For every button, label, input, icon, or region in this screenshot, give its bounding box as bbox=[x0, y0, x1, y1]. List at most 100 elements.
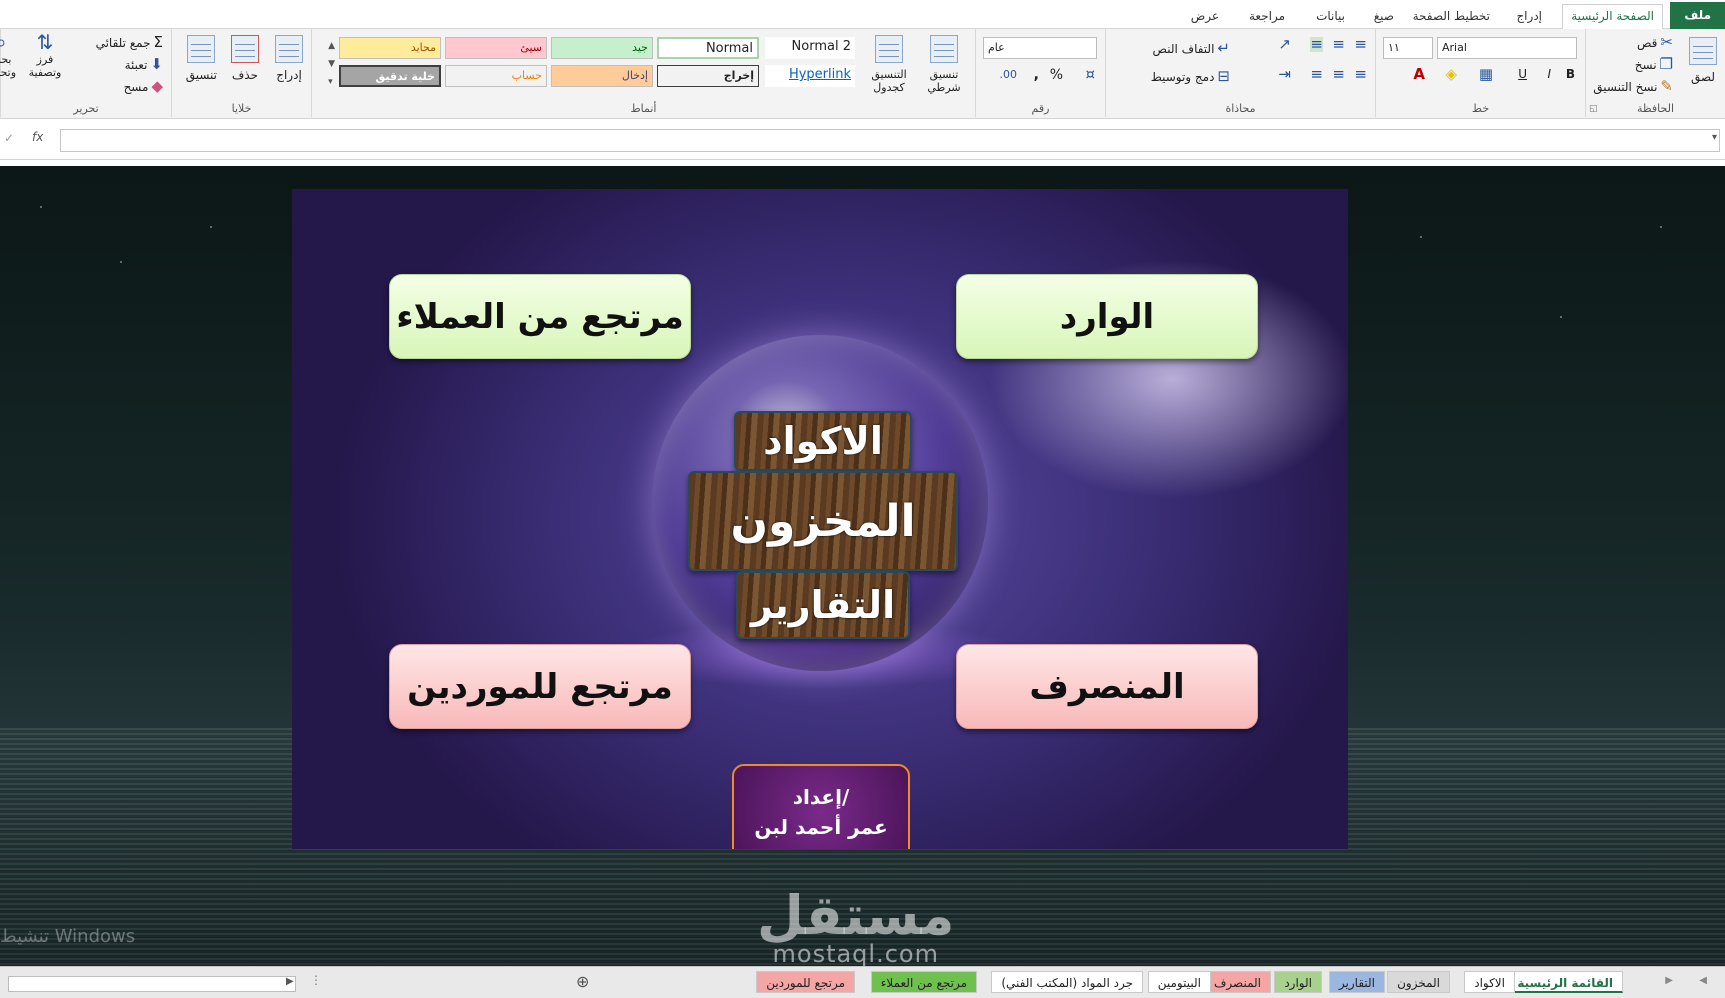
supplier-returns-button[interactable]: مرتجع للموردين bbox=[389, 644, 691, 729]
conditional-formatting-button[interactable]: تنسيق شرطي bbox=[919, 35, 969, 94]
tab-formulas[interactable]: صيغ bbox=[1366, 5, 1402, 29]
italic-button[interactable]: I bbox=[1547, 67, 1551, 81]
autosum-label: جمع تلقائي bbox=[95, 35, 151, 50]
cut-button[interactable]: قص ✂ bbox=[1637, 35, 1673, 50]
autosum-button[interactable]: جمع تلقائي Σ bbox=[96, 35, 163, 50]
bold-button[interactable]: B bbox=[1566, 67, 1575, 81]
align-left-button[interactable]: ≡ bbox=[1354, 67, 1367, 82]
star-decoration bbox=[40, 206, 42, 208]
font-name-select[interactable]: Arial bbox=[1437, 37, 1577, 59]
tab-page-layout[interactable]: تخطيط الصفحة bbox=[1405, 5, 1498, 29]
group-label: تحرير bbox=[73, 102, 99, 115]
tab-file[interactable]: ملف bbox=[1670, 2, 1725, 29]
watermark-latin: mostaql.com bbox=[772, 940, 939, 966]
group-label: خلايا bbox=[231, 102, 252, 115]
clear-button[interactable]: مسح ◆ bbox=[124, 79, 163, 94]
outgoing-button[interactable]: المنصرف bbox=[956, 644, 1258, 729]
paste-label: لصق bbox=[1690, 70, 1716, 84]
style-normal[interactable]: Normal bbox=[657, 37, 759, 59]
style-input[interactable]: إدخال bbox=[551, 65, 653, 87]
tab-home[interactable]: الصفحة الرئيسية bbox=[1562, 4, 1663, 30]
font-color-button[interactable]: A bbox=[1413, 67, 1425, 82]
tabs-scroll-right-icon[interactable]: ▶ bbox=[1665, 975, 1673, 986]
formula-input[interactable] bbox=[60, 129, 1720, 152]
tabs-scroll-left-icon[interactable]: ◀ bbox=[1699, 975, 1707, 986]
insert-cells-button[interactable]: إدراج bbox=[275, 35, 303, 82]
align-right-button[interactable]: ≡ bbox=[1310, 67, 1323, 82]
clear-label: مسح bbox=[123, 79, 149, 94]
horizontal-scrollbar[interactable] bbox=[8, 976, 296, 992]
customer-returns-button[interactable]: مرتجع من العملاء bbox=[389, 274, 691, 359]
find-select-button[interactable]: ⌕بحث وتحديد bbox=[0, 35, 21, 79]
launcher-icon[interactable]: ◱ bbox=[1589, 104, 1598, 114]
inventory-button[interactable]: المخزون bbox=[688, 471, 958, 571]
orientation-button[interactable]: ↗ bbox=[1278, 37, 1291, 52]
sheet-tab-materials-inventory[interactable]: جرد المواد (المكتب الفني) bbox=[991, 971, 1143, 993]
tab-review[interactable]: مراجعة bbox=[1241, 5, 1293, 29]
sheet-tab-reports[interactable]: التقارير bbox=[1328, 971, 1385, 993]
font-size-select[interactable]: ١١ bbox=[1383, 37, 1433, 59]
function-icon[interactable]: fx bbox=[32, 130, 43, 144]
check-icon[interactable]: ✓ bbox=[4, 131, 14, 145]
currency-button[interactable]: ¤ bbox=[1085, 67, 1095, 82]
expand-formula-icon[interactable]: ▾ bbox=[1712, 132, 1717, 143]
align-top-icon: ≡ bbox=[1354, 35, 1367, 53]
sheet-tab-codes[interactable]: الاكواد bbox=[1464, 971, 1515, 993]
style-normal2[interactable]: Normal 2 bbox=[765, 37, 855, 59]
fill-color-button[interactable]: ◈ bbox=[1445, 67, 1457, 82]
copy-button[interactable]: نسخ ❐ bbox=[1635, 57, 1673, 72]
style-calculation[interactable]: حساب bbox=[445, 65, 547, 87]
style-bad[interactable]: سيئ bbox=[445, 37, 547, 59]
fill-button[interactable]: تعبئة ⬇ bbox=[125, 57, 163, 72]
style-good[interactable]: جيد bbox=[551, 37, 653, 59]
style-output[interactable]: إخراج bbox=[657, 65, 759, 87]
group-editing: جمع تلقائيΣ تعبئة⬇ مسح◆ ⇅فرز وتصفية ⌕بحث… bbox=[0, 29, 171, 117]
paste-button[interactable]: لصق bbox=[1689, 37, 1717, 84]
comma-button[interactable]: , bbox=[1034, 67, 1039, 83]
indent-button[interactable]: ⇥ bbox=[1278, 67, 1291, 82]
group-label: أنماط bbox=[630, 102, 657, 115]
align-top-button[interactable]: ≡ bbox=[1354, 37, 1367, 52]
tab-data[interactable]: بيانات bbox=[1308, 5, 1353, 29]
sheet-tab-incoming[interactable]: الوارد bbox=[1274, 971, 1322, 993]
sheet-tab-supplier-returns[interactable]: مرتجع للموردين bbox=[756, 971, 855, 993]
star-decoration bbox=[210, 226, 212, 228]
codes-button[interactable]: الاكواد bbox=[734, 411, 912, 471]
wrap-text-button[interactable]: التفاف النص ↵ bbox=[1153, 41, 1230, 56]
reports-button[interactable]: التقارير bbox=[736, 571, 910, 639]
underline-button[interactable]: U bbox=[1518, 67, 1527, 81]
format-painter-label: نسخ التنسيق bbox=[1593, 79, 1658, 94]
tab-insert[interactable]: إدراج bbox=[1508, 5, 1550, 29]
align-bottom-button[interactable]: ≡ bbox=[1310, 37, 1323, 52]
split-handle-icon[interactable]: ⋮ bbox=[310, 973, 322, 987]
sheet-tab-customer-returns[interactable]: مرتجع من العملاء bbox=[870, 971, 977, 993]
borders-button[interactable]: ▦ bbox=[1479, 67, 1493, 82]
format-painter-button[interactable]: نسخ التنسيق ✎ bbox=[1593, 79, 1673, 94]
style-neutral[interactable]: محايد bbox=[339, 37, 441, 59]
align-center-button[interactable]: ≡ bbox=[1332, 67, 1345, 82]
sheet-tab-main-menu[interactable]: القائمة الرئيسية bbox=[1507, 971, 1623, 993]
sort-filter-button[interactable]: ⇅ فرز وتصفية bbox=[23, 32, 67, 79]
style-hyperlink[interactable]: Hyperlink bbox=[765, 65, 855, 87]
delete-cells-button[interactable]: حذف bbox=[231, 35, 259, 82]
decimal-button[interactable]: .00 bbox=[1000, 67, 1018, 82]
tab-view[interactable]: عرض bbox=[1183, 5, 1227, 29]
format-as-table-button[interactable]: التنسيق كجدول bbox=[863, 35, 915, 94]
table-icon bbox=[875, 35, 903, 63]
sheet-tab-bitumen[interactable]: البيتومين bbox=[1147, 971, 1211, 993]
style-check-cell[interactable]: خلية تدقيق bbox=[339, 65, 441, 87]
percent-button[interactable]: % bbox=[1050, 67, 1063, 83]
indent-icon: ⇥ bbox=[1278, 65, 1291, 83]
scroll-right-icon[interactable]: ▶ bbox=[286, 976, 294, 987]
incoming-button[interactable]: الوارد bbox=[956, 274, 1258, 359]
ribbon-tabs: ملف الصفحة الرئيسية إدراج تخطيط الصفحة ص… bbox=[0, 0, 1725, 30]
merge-center-button[interactable]: دمج وتوسيط ⊟ bbox=[1151, 69, 1230, 84]
number-format-select[interactable]: عام bbox=[983, 37, 1097, 59]
borders-icon: ▦ bbox=[1478, 65, 1493, 83]
sheet-tab-outgoing[interactable]: المنصرف bbox=[1203, 971, 1271, 993]
sheet-tab-inventory[interactable]: المخزون bbox=[1387, 971, 1450, 993]
format-cells-button[interactable]: تنسيق bbox=[186, 35, 217, 82]
styles-scroll-button[interactable]: ▲ ▼ ▾ bbox=[328, 37, 335, 91]
align-middle-button[interactable]: ≡ bbox=[1332, 37, 1345, 52]
add-sheet-icon[interactable]: ⊕ bbox=[576, 972, 589, 991]
